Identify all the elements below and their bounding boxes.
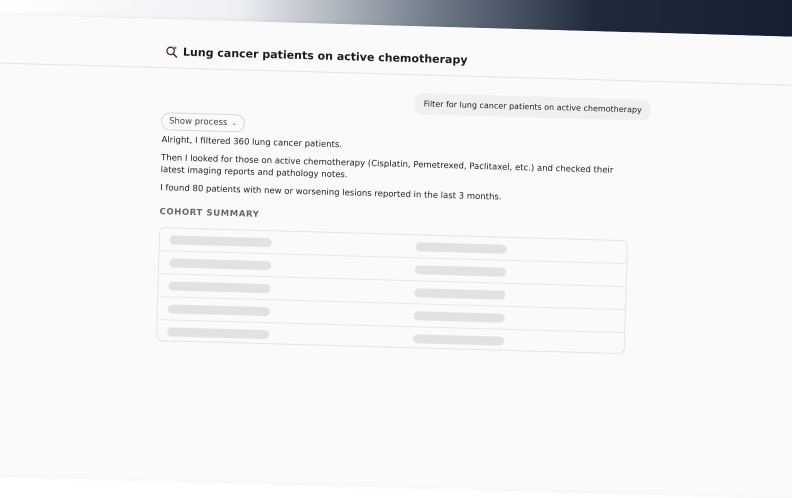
cohort-summary-table: [155, 227, 628, 355]
page-title: Lung cancer patients on active chemother…: [165, 45, 468, 67]
skeleton-cell: [168, 258, 272, 271]
skeleton-cell: [169, 235, 272, 248]
skeleton-cell: [413, 311, 505, 323]
skeleton-cell: [415, 242, 507, 254]
search-sparkle-icon: [166, 46, 178, 58]
skeleton-cell: [167, 304, 270, 317]
page-title-text: Lung cancer patients on active chemother…: [182, 45, 468, 67]
skeleton-cell: [414, 288, 506, 300]
chat-panel: Lung cancer patients on active chemother…: [0, 14, 792, 498]
cohort-summary-title: COHORT SUMMARY: [159, 207, 260, 220]
skeleton-cell: [412, 334, 505, 346]
user-query-bubble: Filter for lung cancer patients on activ…: [414, 93, 652, 121]
skeleton-cell: [414, 265, 507, 277]
skeleton-cell: [168, 281, 271, 294]
skeleton-cell: [167, 327, 270, 340]
show-process-button[interactable]: Show process ⌄: [160, 112, 246, 133]
show-process-label: Show process: [168, 116, 228, 128]
chevron-down-icon: ⌄: [231, 119, 238, 128]
